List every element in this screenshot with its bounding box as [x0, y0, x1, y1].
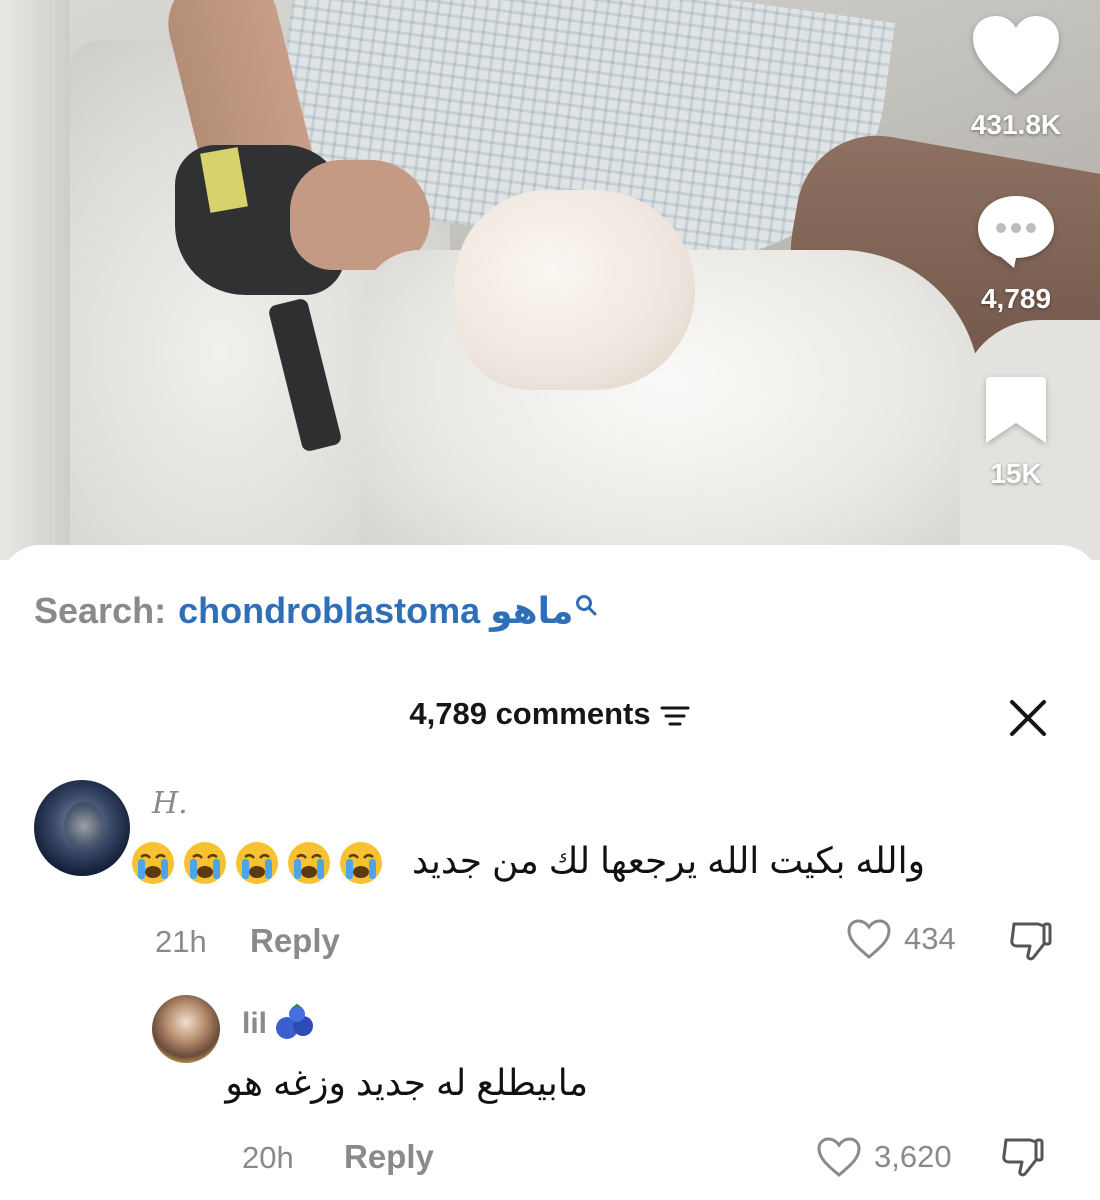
comments-count-title: 4,789 comments [409, 696, 651, 731]
bandaged-stump [455, 190, 695, 390]
comments-header: 4,789 comments [0, 696, 1100, 732]
comment-text: والله بكيت الله يرجعها لك من جديد [131, 840, 925, 886]
dislike-button[interactable] [1008, 918, 1054, 967]
crying-face-emoji-icon [130, 840, 384, 886]
close-icon[interactable] [1006, 696, 1050, 740]
like-action[interactable]: 431.8K [956, 14, 1076, 141]
blueberry-emoji-icon [276, 1004, 314, 1039]
save-count: 15K [990, 458, 1042, 489]
dislike-button[interactable] [1000, 1134, 1046, 1183]
comment-like-count: 3,620 [874, 1139, 952, 1174]
comment-username[interactable]: lil [242, 1007, 267, 1041]
bed-rail [0, 0, 70, 560]
comment-body: مابيطلع له جديد وزغه هو [225, 1062, 588, 1103]
comment-time: 20h [242, 1140, 294, 1175]
reply-button[interactable]: Reply [344, 1138, 434, 1176]
comment-time: 21h [155, 924, 207, 959]
filter-icon[interactable] [659, 703, 691, 729]
reply-button[interactable]: Reply [250, 922, 340, 960]
search-prefix: Search: [34, 590, 167, 631]
save-action[interactable]: 15K [956, 375, 1076, 490]
search-suggestion[interactable]: Search: chondroblastoma ماهو [34, 590, 597, 632]
video-frame[interactable] [0, 0, 1100, 560]
comment-action[interactable]: 4,789 [956, 192, 1076, 315]
heart-outline-icon[interactable] [846, 918, 892, 960]
dislike-icon[interactable] [1008, 918, 1054, 962]
comment-like-button[interactable]: 434 [846, 918, 956, 960]
avatar-image [64, 802, 104, 850]
like-count: 431.8K [970, 109, 1062, 140]
comment-like-button[interactable]: 3,620 [816, 1136, 952, 1178]
comment-bubble-icon[interactable] [974, 192, 1058, 270]
heart-icon[interactable] [971, 14, 1061, 96]
avatar[interactable] [34, 780, 130, 876]
comment-username[interactable]: H. [152, 786, 188, 821]
heart-outline-icon[interactable] [816, 1136, 862, 1178]
dislike-icon[interactable] [1000, 1134, 1046, 1178]
search-icon [576, 595, 597, 616]
comment-count: 4,789 [980, 283, 1052, 314]
comment-body: والله بكيت الله يرجعها لك من جديد [411, 840, 925, 881]
comment-username-row[interactable]: lil [242, 1004, 317, 1044]
close-button[interactable] [1006, 696, 1050, 740]
avatar[interactable] [152, 995, 220, 1063]
search-term[interactable]: chondroblastoma ماهو [178, 590, 573, 632]
comment-like-count: 434 [904, 921, 956, 956]
bookmark-icon[interactable] [984, 375, 1048, 445]
